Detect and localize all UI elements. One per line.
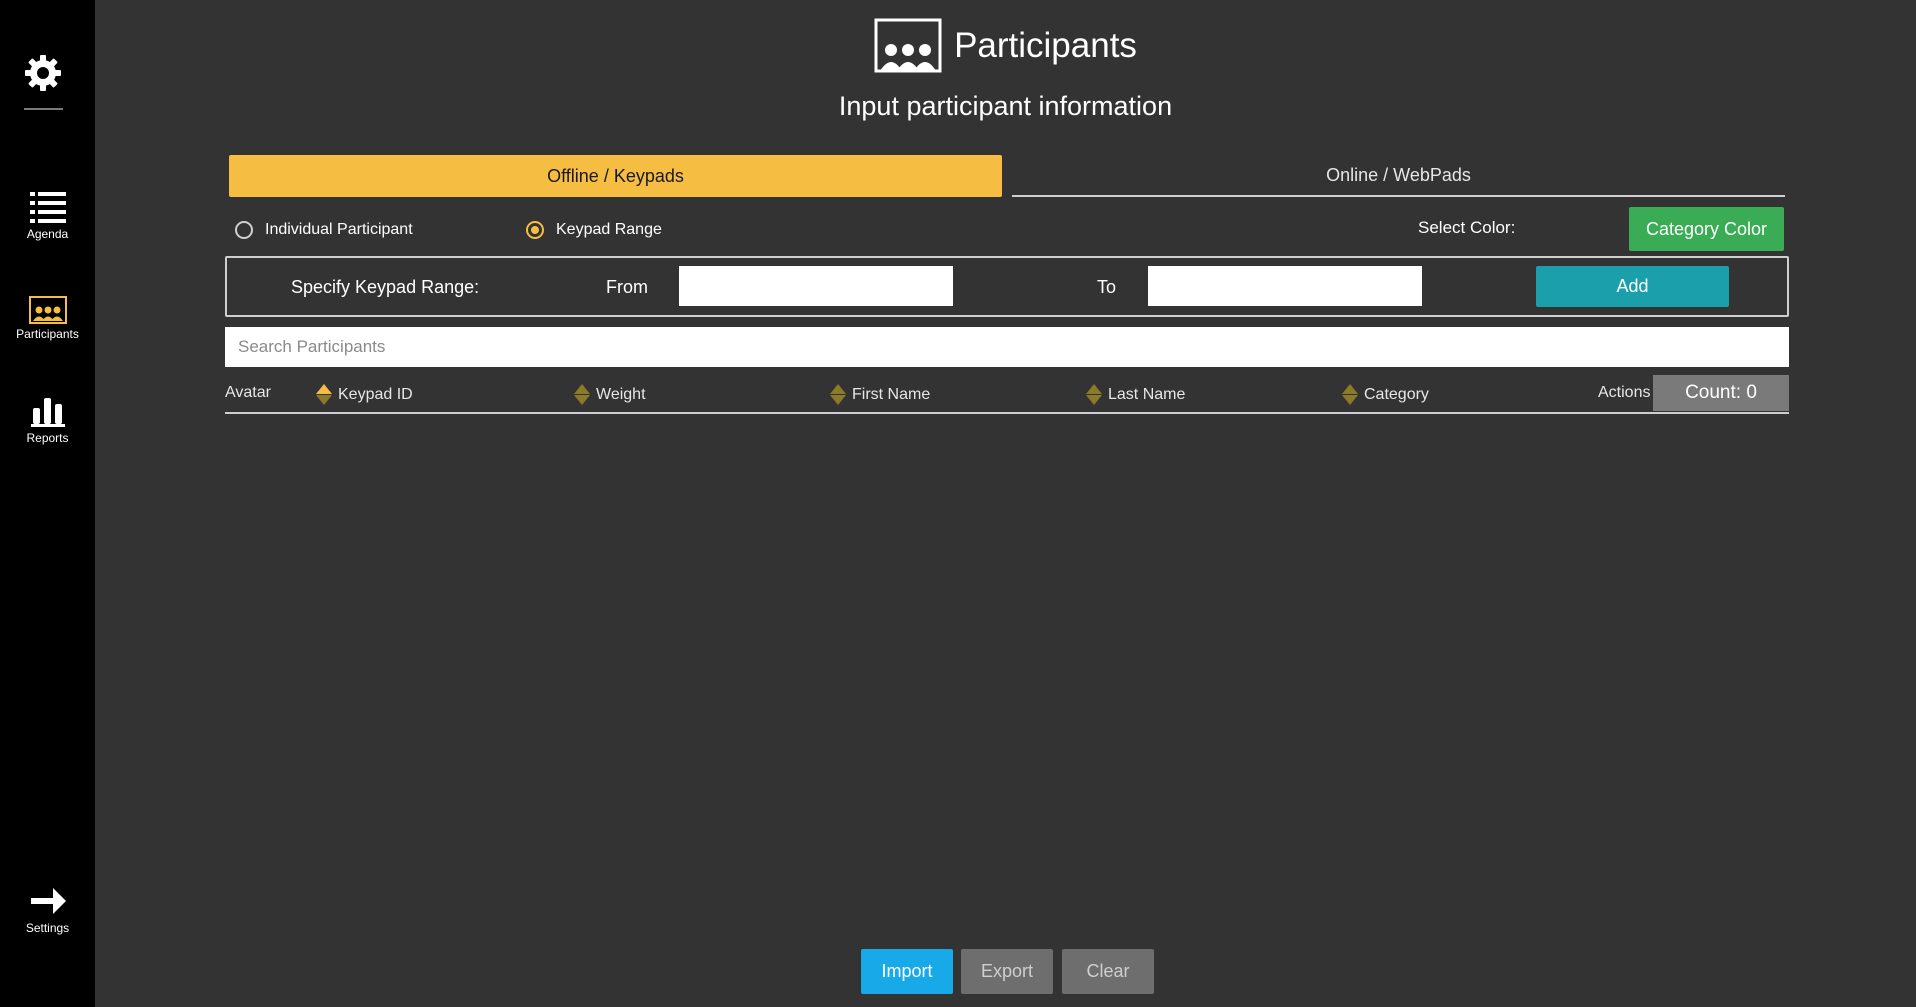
to-label: To <box>1097 277 1117 297</box>
radio-button[interactable] <box>235 221 253 239</box>
to-input[interactable] <box>1148 266 1422 306</box>
search-input[interactable] <box>225 327 1789 367</box>
sidebar-item-settings[interactable]: Settings <box>0 884 95 935</box>
sidebar-item-label: Agenda <box>26 227 69 241</box>
export-button[interactable]: Export <box>961 949 1053 994</box>
add-button[interactable]: Add <box>1536 266 1729 307</box>
column-weight[interactable]: Weight <box>573 384 646 406</box>
page-header: Participants <box>95 18 1916 78</box>
sidebar-item-label: Reports <box>26 431 69 445</box>
main-content: Participants Input participant informati… <box>95 0 1916 1007</box>
column-avatar: Avatar <box>225 384 271 401</box>
gear-icon[interactable] <box>22 52 64 94</box>
clear-button[interactable]: Clear <box>1062 949 1154 994</box>
column-first-name[interactable]: First Name <box>829 384 930 406</box>
sort-icon[interactable] <box>1085 384 1103 406</box>
radio-keypad-range[interactable]: Keypad Range <box>526 218 662 242</box>
radio-individual-participant[interactable]: Individual Participant <box>235 218 413 242</box>
sidebar-item-participants[interactable]: Participants <box>0 296 95 341</box>
column-keypad-id[interactable]: Keypad ID <box>315 384 413 406</box>
radio-label: Keypad Range <box>556 221 662 238</box>
from-input[interactable] <box>679 266 953 306</box>
list-icon <box>29 192 66 223</box>
sidebar-item-reports[interactable]: Reports <box>0 396 95 445</box>
import-button[interactable]: Import <box>861 949 953 994</box>
participants-icon <box>28 296 67 324</box>
category-color-button[interactable]: Category Color <box>1629 207 1784 251</box>
page-title: Participants <box>954 25 1137 65</box>
sort-icon[interactable] <box>1341 384 1359 406</box>
participants-icon <box>874 18 942 73</box>
radio-button[interactable] <box>526 221 544 239</box>
sidebar: Agenda Participants Reports Settings <box>0 0 95 1007</box>
tab-online-webpads[interactable]: Online / WebPads <box>1012 155 1785 197</box>
sidebar-item-agenda[interactable]: Agenda <box>0 190 95 241</box>
table-header: Avatar Keypad ID Weight First Name Last … <box>225 374 1789 414</box>
sidebar-divider <box>24 108 63 110</box>
sidebar-item-label: Participants <box>16 327 79 341</box>
sort-icon[interactable] <box>315 384 333 406</box>
tab-offline-keypads[interactable]: Offline / Keypads <box>229 155 1002 197</box>
keypad-range-label: Specify Keypad Range: <box>291 277 480 297</box>
sidebar-item-label: Settings <box>25 921 70 935</box>
count-badge: Count: 0 <box>1653 375 1789 411</box>
page-subtitle: Input participant information <box>838 91 1173 121</box>
column-actions: Actions <box>1598 384 1651 401</box>
sort-icon[interactable] <box>573 384 591 406</box>
radio-label: Individual Participant <box>265 221 413 238</box>
column-last-name[interactable]: Last Name <box>1085 384 1185 406</box>
sort-icon[interactable] <box>829 384 847 406</box>
select-color-label: Select Color: <box>1418 218 1516 237</box>
from-label: From <box>606 277 648 297</box>
column-category[interactable]: Category <box>1341 384 1429 406</box>
arrow-right-icon <box>30 888 66 914</box>
bar-chart-icon <box>30 398 65 427</box>
